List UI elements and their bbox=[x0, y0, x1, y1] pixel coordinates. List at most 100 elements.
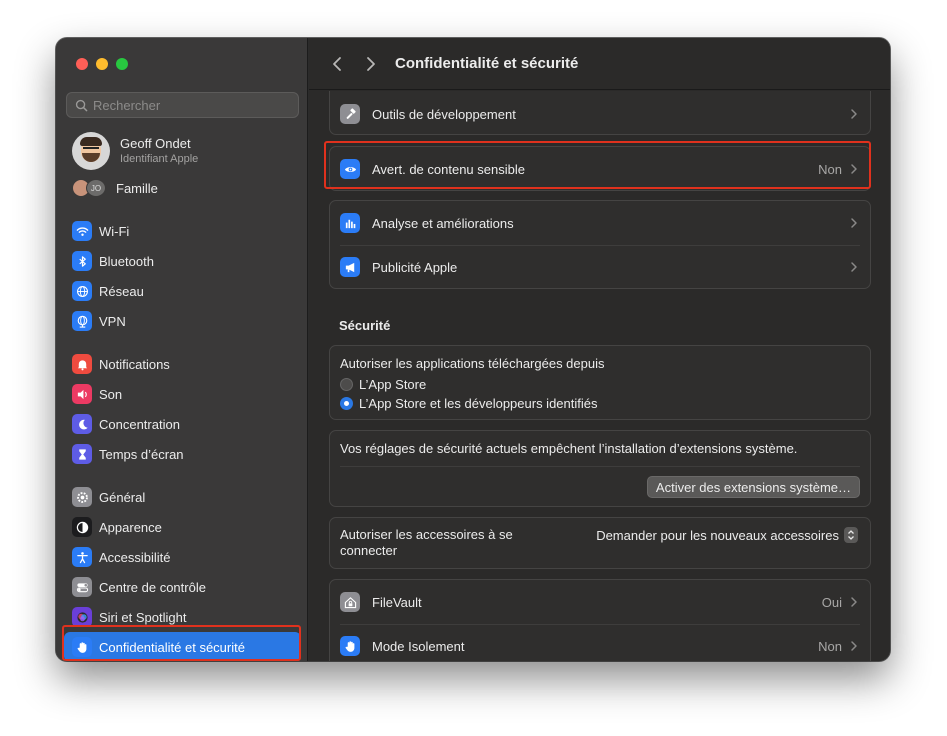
sidebar-item-confidentialite-et-securite[interactable]: Confidentialité et sécurité bbox=[64, 632, 301, 661]
toolbar: Confidentialité et sécurité bbox=[309, 38, 890, 90]
close-window-button[interactable] bbox=[76, 58, 88, 70]
toggles-icon bbox=[72, 577, 92, 597]
settings-row-mode-isolement[interactable]: Mode Isolement Non bbox=[330, 624, 870, 661]
radio-app-store-identified[interactable]: L’App Store et les développeurs identifi… bbox=[340, 394, 860, 413]
sidebar-item-siri-et-spotlight[interactable]: Siri et Spotlight bbox=[64, 602, 301, 632]
allow-apps-label: Autoriser les applications téléchargées … bbox=[340, 356, 605, 371]
sidebar-item-apparence[interactable]: Apparence bbox=[64, 512, 301, 542]
gear-icon bbox=[72, 487, 92, 507]
row-label: Publicité Apple bbox=[372, 259, 458, 275]
radio-app-store[interactable]: L’App Store bbox=[340, 375, 860, 394]
enable-system-extensions-button[interactable]: Activer des extensions système… bbox=[646, 476, 860, 498]
accessories-group: Autoriser les accessoires à se connecter… bbox=[329, 517, 871, 569]
sidebar-group-notifications: Notifications Son Concentration Temps d’écr… bbox=[64, 349, 301, 469]
filevault-group: FileVault Oui Mode Isolement Non bbox=[329, 579, 871, 661]
apple-account-item[interactable]: Geoff Ondet Identifiant Apple bbox=[72, 132, 198, 170]
sidebar-item-label: Apparence bbox=[99, 519, 162, 535]
popup-stepper-icon bbox=[844, 527, 858, 543]
bar-chart-icon bbox=[340, 213, 360, 233]
moon-icon bbox=[72, 414, 92, 434]
chevron-right-icon bbox=[851, 164, 857, 174]
radio-button[interactable] bbox=[340, 378, 353, 391]
analytics-group: Analyse et améliorations Publicité Apple bbox=[329, 200, 871, 289]
system-settings-window: Geoff Ondet Identifiant Apple JO Famille… bbox=[56, 38, 890, 661]
row-label: Avert. de contenu sensible bbox=[372, 161, 525, 177]
row-label: Analyse et améliorations bbox=[372, 215, 514, 231]
row-label: Mode Isolement bbox=[372, 638, 465, 654]
settings-row-avert-de-contenu-sensible[interactable]: Avert. de contenu sensible Non bbox=[330, 147, 870, 191]
bell-icon bbox=[72, 354, 92, 374]
house-lock-icon bbox=[340, 592, 360, 612]
settings-row-filevault[interactable]: FileVault Oui bbox=[330, 580, 870, 624]
sidebar-item-label: Accessibilité bbox=[99, 549, 171, 565]
eye-icon bbox=[340, 159, 360, 179]
family-item[interactable]: JO Famille bbox=[72, 179, 158, 197]
window-controls bbox=[76, 58, 128, 70]
main-pane: Confidentialité et sécurité Outils de dé… bbox=[309, 38, 890, 661]
allow-apps-group: Autoriser les applications téléchargées … bbox=[329, 345, 871, 420]
chevron-right-icon bbox=[851, 262, 857, 272]
globe-icon bbox=[72, 281, 92, 301]
sidebar-item-reseau[interactable]: Réseau bbox=[64, 276, 301, 306]
settings-row-publicite-apple[interactable]: Publicité Apple bbox=[330, 245, 870, 289]
sidebar-item-label: Concentration bbox=[99, 416, 180, 432]
developer-group: Outils de développement bbox=[329, 91, 871, 135]
sidebar-item-vpn[interactable]: VPN bbox=[64, 306, 301, 336]
sidebar-item-label: Wi-Fi bbox=[99, 223, 130, 239]
bluetooth-icon bbox=[72, 251, 92, 271]
family-label: Famille bbox=[116, 180, 158, 196]
sidebar-group-general: Général Apparence Accessibilité Centre de c… bbox=[64, 482, 301, 661]
system-extensions-text: Vos réglages de sécurité actuels empêche… bbox=[340, 441, 798, 456]
sidebar-item-son[interactable]: Son bbox=[64, 379, 301, 409]
settings-row-analyse-et-ameliorations[interactable]: Analyse et améliorations bbox=[330, 201, 870, 245]
speaker-icon bbox=[72, 384, 92, 404]
sidebar-item-bluetooth[interactable]: Bluetooth bbox=[64, 246, 301, 276]
sidebar-group-network: Wi-Fi Bluetooth Réseau VPN bbox=[64, 216, 301, 336]
search-field[interactable] bbox=[66, 92, 299, 118]
megaphone-icon bbox=[340, 257, 360, 277]
row-label: FileVault bbox=[372, 594, 422, 610]
sidebar-item-centre-de-controle[interactable]: Centre de contrôle bbox=[64, 572, 301, 602]
forward-button[interactable] bbox=[361, 54, 381, 74]
wifi-icon bbox=[72, 221, 92, 241]
sidebar-item-label: Général bbox=[99, 489, 146, 505]
sidebar-item-notifications[interactable]: Notifications bbox=[64, 349, 301, 379]
sidebar-item-accessibilite[interactable]: Accessibilité bbox=[64, 542, 301, 572]
accessories-popup[interactable]: Demander pour les nouveaux accessoires bbox=[596, 527, 858, 543]
chevron-right-icon bbox=[851, 597, 857, 607]
hammer-icon bbox=[340, 104, 360, 124]
hand-icon bbox=[340, 636, 360, 656]
settings-content: Outils de développement Avert. de conten… bbox=[309, 91, 890, 661]
back-button[interactable] bbox=[327, 54, 347, 74]
profile-subtitle: Identifiant Apple bbox=[120, 153, 199, 165]
hourglass-icon bbox=[72, 444, 92, 464]
accessories-label: Autoriser les accessoires à se connecter bbox=[340, 527, 513, 558]
settings-row-outils-de-developpement[interactable]: Outils de développement bbox=[330, 92, 870, 136]
radio-button-selected[interactable] bbox=[340, 397, 353, 410]
row-value: Oui bbox=[821, 594, 842, 610]
minimize-window-button[interactable] bbox=[96, 58, 108, 70]
sidebar-item-temps-d-ecran[interactable]: Temps d’écran bbox=[64, 439, 301, 469]
vpn-globe-icon bbox=[72, 311, 92, 331]
sidebar-item-general[interactable]: Général bbox=[64, 482, 301, 512]
sidebar-item-label: Notifications bbox=[99, 356, 170, 372]
profile-name: Geoff Ondet bbox=[120, 136, 191, 151]
system-extensions-group: Vos réglages de sécurité actuels empêche… bbox=[329, 430, 871, 507]
zoom-window-button[interactable] bbox=[116, 58, 128, 70]
sidebar-item-wi-fi[interactable]: Wi-Fi bbox=[64, 216, 301, 246]
sidebar-item-label: Siri et Spotlight bbox=[99, 609, 187, 625]
search-input[interactable] bbox=[93, 97, 283, 113]
security-section-title: Sécurité bbox=[339, 318, 391, 333]
accessibility-icon bbox=[72, 547, 92, 567]
chevron-left-icon bbox=[333, 56, 341, 71]
family-avatars: JO bbox=[72, 179, 108, 197]
sidebar-item-label: Temps d’écran bbox=[99, 446, 184, 462]
sidebar-item-label: Son bbox=[99, 386, 123, 402]
sidebar-item-label: Confidentialité et sécurité bbox=[99, 639, 245, 655]
chevron-right-icon bbox=[851, 109, 857, 119]
sidebar-item-concentration[interactable]: Concentration bbox=[64, 409, 301, 439]
sidebar-item-label: Réseau bbox=[99, 283, 144, 299]
chevron-right-icon bbox=[851, 218, 857, 228]
avatar bbox=[72, 132, 110, 170]
row-value: Non bbox=[818, 161, 842, 177]
